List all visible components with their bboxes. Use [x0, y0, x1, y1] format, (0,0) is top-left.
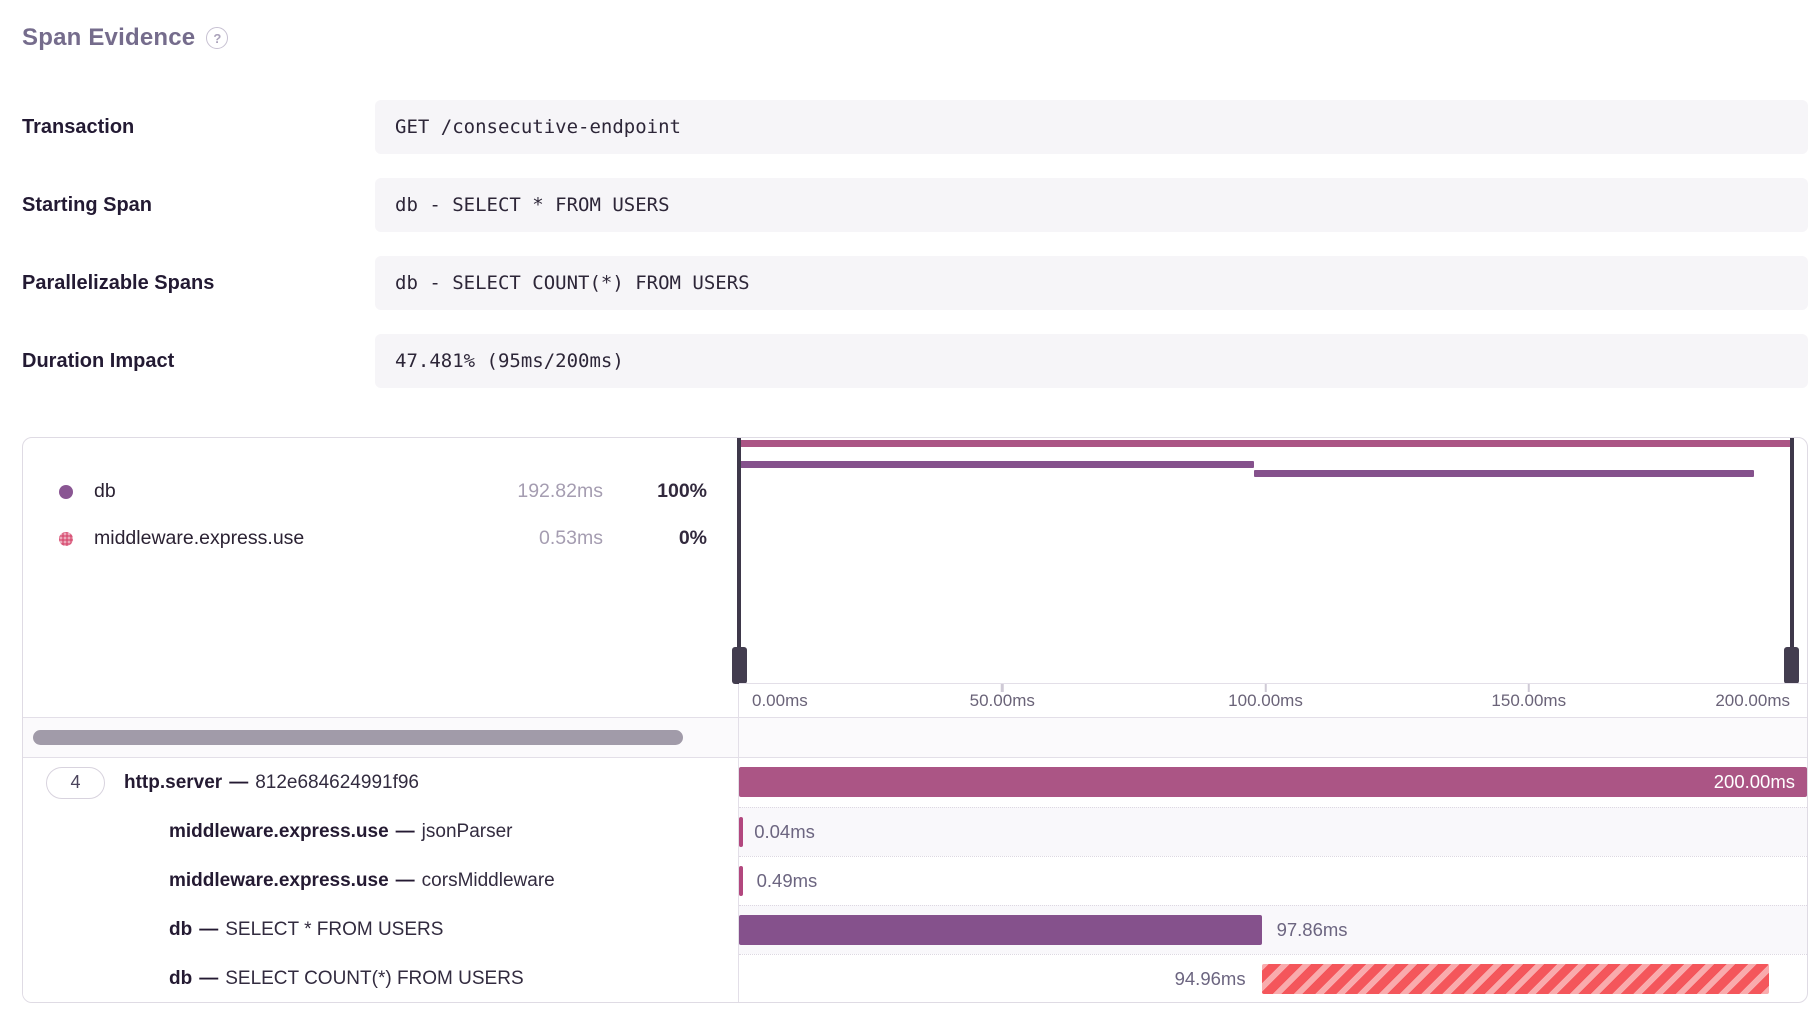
span-bar-track: 0.49ms	[739, 856, 1807, 905]
scrollbar-row-spacer	[739, 718, 1807, 757]
span-duration-label: 97.86ms	[1277, 906, 1348, 954]
axis-tick-label: 100.00ms	[1228, 684, 1303, 717]
legend-item-db: db 192.82ms 100%	[59, 468, 707, 515]
span-waterfall-panel: db 192.82ms 100% middleware.express.use …	[22, 437, 1808, 1003]
evidence-row-transaction: Transaction GET /consecutive-endpoint	[22, 100, 1808, 154]
evidence-value: db - SELECT COUNT(*) FROM USERS	[375, 256, 1808, 310]
evidence-value: GET /consecutive-endpoint	[375, 100, 1808, 154]
span-row-http-server: 4 http.server — 812e684624991f96 200.00m…	[23, 758, 1807, 807]
evidence-value: 47.481% (95ms/200ms)	[375, 334, 1808, 388]
span-duration-bar[interactable]	[739, 915, 1262, 945]
span-row-db-count: db — SELECT COUNT(*) FROM USERS 94.96ms	[23, 954, 1807, 1003]
minimap-span-bar	[739, 440, 1792, 447]
legend-dot-db-icon	[59, 485, 73, 499]
legend-percent: 100%	[603, 480, 707, 503]
axis-tick-label: 150.00ms	[1491, 684, 1566, 717]
span-tree-label[interactable]: middleware.express.use — jsonParser	[23, 807, 739, 856]
legend-dot-middleware-icon	[59, 532, 73, 546]
horizontal-scrollbar-thumb[interactable]	[33, 730, 683, 745]
evidence-row-starting-span: Starting Span db - SELECT * FROM USERS	[22, 178, 1808, 232]
chart-legend: db 192.82ms 100% middleware.express.use …	[23, 438, 739, 717]
minimap-right-handle[interactable]	[1784, 647, 1799, 684]
evidence-label: Parallelizable Spans	[22, 256, 214, 310]
evidence-label: Starting Span	[22, 178, 152, 232]
minimap-viewport[interactable]	[739, 438, 1792, 683]
axis-tick-label: 200.00ms	[1715, 684, 1790, 717]
evidence-row-parallelizable-spans: Parallelizable Spans db - SELECT COUNT(*…	[22, 256, 1808, 310]
legend-percent: 0%	[603, 527, 707, 550]
span-bar-track: 0.04ms	[739, 807, 1807, 856]
span-tree-label[interactable]: db — SELECT * FROM USERS	[23, 905, 739, 954]
span-duration-label: 0.49ms	[757, 857, 818, 905]
span-duration-bar[interactable]	[1262, 964, 1769, 994]
minimap-span-bar	[739, 461, 1254, 468]
minimap-left-handle[interactable]	[732, 647, 747, 684]
span-row-corsmiddleware: middleware.express.use — corsMiddleware …	[23, 856, 1807, 905]
span-tree: 4 http.server — 812e684624991f96 200.00m…	[23, 758, 1807, 1003]
legend-item-middleware: middleware.express.use 0.53ms 0%	[59, 515, 707, 562]
span-evidence-table: Transaction GET /consecutive-endpoint St…	[22, 100, 1808, 412]
legend-label: middleware.express.use	[94, 527, 491, 550]
span-tree-label[interactable]: 4 http.server — 812e684624991f96	[23, 758, 739, 807]
legend-duration: 0.53ms	[491, 527, 603, 550]
span-duration-bar[interactable]	[739, 866, 743, 896]
span-duration-label: 200.00ms	[739, 767, 1807, 797]
span-bar-track: 200.00ms	[739, 758, 1807, 807]
span-duration-bar[interactable]	[739, 817, 743, 847]
evidence-row-duration-impact: Duration Impact 47.481% (95ms/200ms)	[22, 334, 1808, 388]
axis-tick-label: 50.00ms	[970, 684, 1035, 717]
span-duration-label: 94.96ms	[1175, 955, 1246, 1003]
span-bar-track: 97.86ms	[739, 905, 1807, 954]
span-row-db-select: db — SELECT * FROM USERS 97.86ms	[23, 905, 1807, 954]
evidence-label: Transaction	[22, 100, 134, 154]
time-axis: 0.00ms 50.00ms 100.00ms 150.00ms 200.00m…	[739, 684, 1792, 717]
axis-tick-label: 0.00ms	[752, 684, 808, 717]
trace-minimap[interactable]: 0.00ms 50.00ms 100.00ms 150.00ms 200.00m…	[739, 438, 1807, 717]
minimap-span-bar	[1254, 470, 1754, 477]
span-duration-bar[interactable]: 200.00ms	[739, 767, 1807, 797]
span-row-jsonparser: middleware.express.use — jsonParser 0.04…	[23, 807, 1807, 856]
legend-duration: 192.82ms	[491, 480, 603, 503]
evidence-label: Duration Impact	[22, 334, 174, 388]
span-duration-label: 0.04ms	[754, 808, 815, 856]
scrollbar-track[interactable]	[23, 718, 739, 757]
span-tree-label[interactable]: db — SELECT COUNT(*) FROM USERS	[23, 954, 739, 1003]
span-children-badge[interactable]: 4	[46, 767, 105, 799]
section-header: Span Evidence ?	[22, 24, 228, 52]
tree-scrollbar-row	[23, 717, 1807, 758]
span-bar-track: 94.96ms	[739, 954, 1807, 1003]
evidence-value: db - SELECT * FROM USERS	[375, 178, 1808, 232]
legend-label: db	[94, 480, 491, 503]
span-tree-label[interactable]: middleware.express.use — corsMiddleware	[23, 856, 739, 905]
page-title: Span Evidence	[22, 24, 195, 52]
help-icon[interactable]: ?	[206, 27, 228, 49]
